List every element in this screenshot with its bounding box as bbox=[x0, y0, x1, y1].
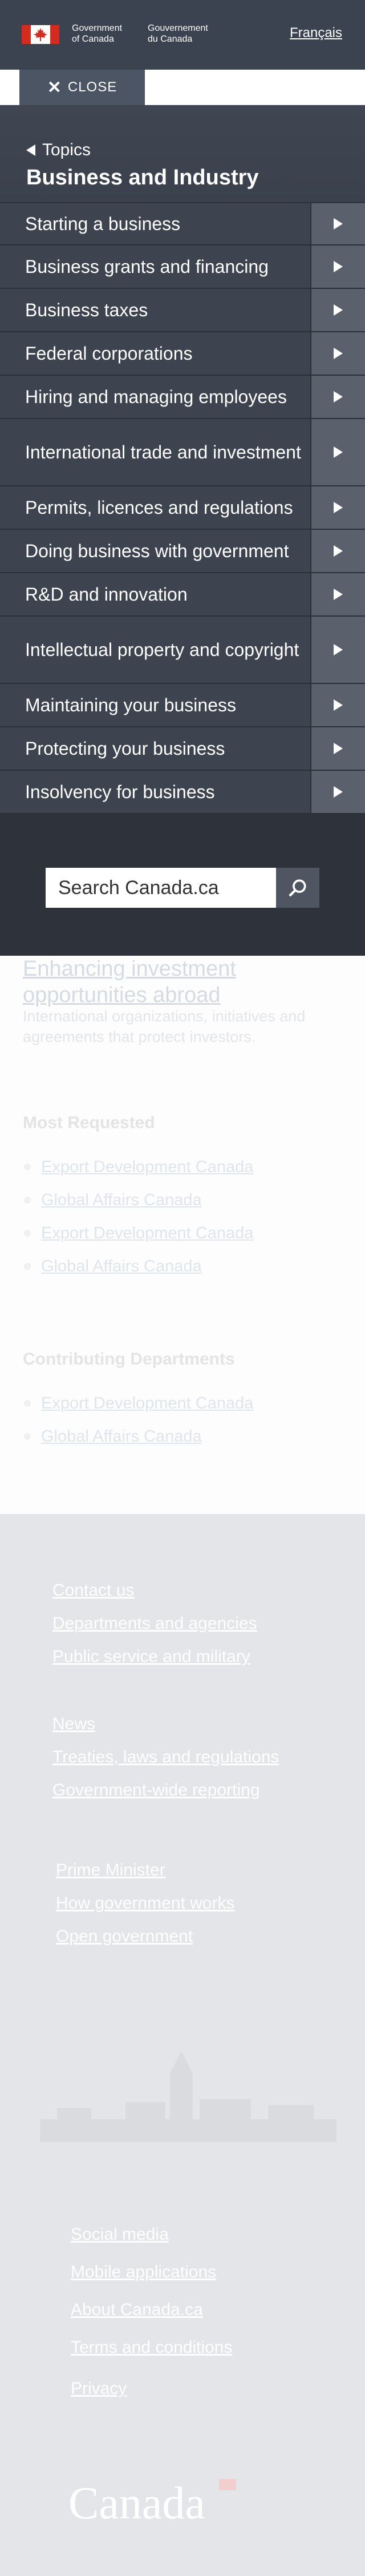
expand-arrow-icon[interactable] bbox=[310, 573, 365, 615]
contributing-departments-list: Export Development Canada Global Affairs… bbox=[23, 1392, 253, 1458]
expand-arrow-icon[interactable] bbox=[310, 245, 365, 288]
canada-flag-logo[interactable] bbox=[22, 25, 59, 44]
footer-link[interactable]: Terms and conditions bbox=[71, 2336, 232, 2359]
expand-arrow-icon[interactable] bbox=[310, 203, 365, 244]
menu-item[interactable]: Federal corporations bbox=[0, 332, 365, 376]
expand-arrow-icon[interactable] bbox=[310, 684, 365, 726]
topic-link[interactable]: Enhancing investment opportunities abroa… bbox=[23, 956, 342, 1008]
page-content: Enhancing investment opportunities abroa… bbox=[0, 956, 365, 1514]
list-item[interactable]: Export Development Canada bbox=[23, 1156, 253, 1178]
list-item[interactable]: Export Development Canada bbox=[23, 1222, 253, 1245]
wordmark-flag-icon bbox=[219, 2479, 236, 2490]
close-icon: ✕ bbox=[47, 78, 62, 97]
list-item[interactable]: Global Affairs Canada bbox=[23, 1189, 253, 1211]
government-of-canada-wordmark: Government of Canada bbox=[72, 23, 123, 44]
expand-arrow-icon[interactable] bbox=[310, 530, 365, 572]
footer-link[interactable]: Treaties, laws and regulations bbox=[52, 1746, 279, 1769]
expand-arrow-icon[interactable] bbox=[310, 771, 365, 813]
list-item[interactable]: Global Affairs Canada bbox=[23, 1255, 253, 1278]
footer-link[interactable]: Open government bbox=[56, 1925, 234, 1948]
topic-description: International organizations, initiatives… bbox=[23, 1008, 306, 1045]
menu-item[interactable]: Permits, licences and regulations bbox=[0, 486, 365, 530]
menu-item[interactable]: International trade and investment bbox=[0, 419, 365, 486]
close-menu-button[interactable]: ✕ CLOSE bbox=[19, 70, 145, 105]
most-requested-list: Export Development Canada Global Affairs… bbox=[23, 1156, 253, 1288]
footer-link[interactable]: About Canada.ca bbox=[71, 2299, 232, 2321]
expand-arrow-icon[interactable] bbox=[310, 617, 365, 683]
footer-links-group-1: Contact us Departments and agencies Publ… bbox=[52, 1579, 257, 1679]
footer-links-group-2: News Treaties, laws and regulations Gove… bbox=[52, 1713, 279, 1812]
footer-link[interactable]: Government-wide reporting bbox=[52, 1779, 279, 1802]
menu-item[interactable]: Doing business with government bbox=[0, 530, 365, 573]
footer-link[interactable]: Privacy bbox=[71, 2377, 232, 2400]
parliament-skyline-illustration bbox=[40, 2051, 336, 2142]
canada-wordmark-logo: Canada bbox=[68, 2478, 205, 2529]
menu-item[interactable]: R&D and innovation bbox=[0, 573, 365, 617]
list-item[interactable]: Global Affairs Canada bbox=[23, 1425, 253, 1448]
menu-item[interactable]: Intellectual property and copyright bbox=[0, 617, 365, 684]
footer-link[interactable]: How government works bbox=[56, 1892, 234, 1915]
footer-bottom-links: Social media Mobile applications About C… bbox=[71, 2223, 232, 2410]
expand-arrow-icon[interactable] bbox=[310, 332, 365, 375]
footer-link[interactable]: Mobile applications bbox=[71, 2261, 232, 2284]
expand-arrow-icon[interactable] bbox=[310, 486, 365, 529]
expand-arrow-icon[interactable] bbox=[310, 727, 365, 770]
footer-link[interactable]: News bbox=[52, 1713, 279, 1736]
list-item[interactable]: Export Development Canada bbox=[23, 1392, 253, 1415]
footer-link[interactable]: Social media bbox=[71, 2223, 232, 2246]
footer-link[interactable]: Contact us bbox=[52, 1579, 257, 1602]
menu-item[interactable]: Hiring and managing employees bbox=[0, 376, 365, 419]
site-footer: Contact us Departments and agencies Publ… bbox=[0, 1514, 365, 2576]
menu-title: Business and Industry bbox=[26, 166, 259, 190]
search-toggle-button[interactable]: SEARCH bbox=[263, 77, 344, 99]
search-icon bbox=[263, 82, 277, 95]
expand-arrow-icon[interactable] bbox=[310, 376, 365, 418]
back-arrow-icon bbox=[26, 144, 35, 156]
menu-item[interactable]: Business taxes bbox=[0, 289, 365, 332]
menu-item[interactable]: Starting a business bbox=[0, 203, 365, 245]
expand-arrow-icon[interactable] bbox=[310, 419, 365, 485]
search-submit-button[interactable] bbox=[276, 868, 319, 908]
gouvernement-du-canada-wordmark: Gouvernement du Canada bbox=[148, 23, 208, 44]
contributing-departments-heading: Contributing Departments bbox=[23, 1350, 235, 1368]
expand-arrow-icon[interactable] bbox=[310, 289, 365, 331]
footer-link[interactable]: Prime Minister bbox=[56, 1859, 234, 1882]
footer-link[interactable]: Public service and military bbox=[52, 1645, 257, 1668]
topics-menu-panel: Topics Business and Industry Starting a … bbox=[0, 105, 365, 956]
topics-back-link[interactable]: Topics bbox=[26, 140, 91, 160]
most-requested-heading: Most Requested bbox=[23, 1113, 155, 1132]
language-toggle-link[interactable]: Français bbox=[290, 25, 342, 41]
footer-links-group-3: Prime Minister How government works Open… bbox=[56, 1859, 234, 1958]
site-header: Government of Canada Gouvernement du Canad… bbox=[0, 0, 365, 70]
menu-item[interactable]: Maintaining your business bbox=[0, 684, 365, 727]
menu-item[interactable]: Insolvency for business bbox=[0, 771, 365, 814]
menu-header: Topics Business and Industry bbox=[0, 105, 365, 202]
topics-menu-list: Starting a business Business grants and … bbox=[0, 203, 365, 814]
menu-item[interactable]: Protecting your business bbox=[0, 727, 365, 771]
menu-item[interactable]: Business grants and financing bbox=[0, 245, 365, 289]
footer-link[interactable]: Departments and agencies bbox=[52, 1612, 257, 1635]
search-input[interactable] bbox=[46, 868, 276, 908]
site-search-form bbox=[46, 868, 319, 908]
search-icon bbox=[289, 879, 306, 897]
